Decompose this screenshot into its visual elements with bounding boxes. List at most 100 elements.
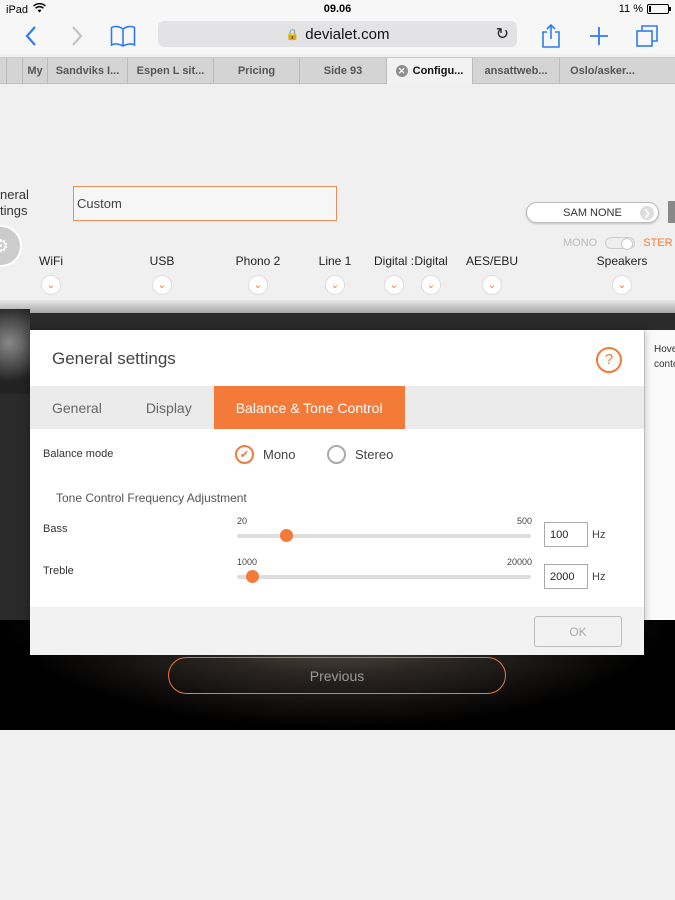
bass-min: 20 [237,516,248,526]
sam-button-label: SAM NONE [563,206,622,219]
mono-label: MONO [563,237,598,249]
help-side-panel: Hove conte [644,330,675,620]
chevron-down-icon[interactable]: ⌄ [421,275,441,295]
browser-tab[interactable]: Espen L sit... [128,58,214,84]
stereo-label: STER [643,237,673,249]
browser-tab[interactable]: ansattweb... [473,58,560,84]
browser-tab[interactable]: Oslo/asker... [560,58,645,84]
ok-button[interactable]: OK [534,616,622,647]
browser-tab-label: Oslo/asker... [570,65,635,77]
tabs-icon[interactable] [632,22,662,50]
sam-button[interactable]: SAM NONE ❯ [526,202,659,223]
treble-min: 1000 [237,557,258,567]
browser-tab[interactable]: Pricing [214,58,300,84]
browser-tab-edge [7,58,23,84]
dialog-footer: OK [30,607,644,655]
input-label-digital-2: Digital [414,254,448,268]
close-tab-icon[interactable]: ✕ [395,65,408,77]
help-side-text-1: Hove [654,344,675,355]
chevron-down-icon[interactable]: ⌄ [41,275,61,295]
browser-tab-label: My [27,65,43,77]
back-chevron-icon[interactable] [18,22,44,50]
help-icon[interactable]: ? [596,347,622,373]
dialog-tabs: General Display Balance & Tone Control [30,386,644,429]
browser-tab-strip: My Sandviks I... Espen L sit... Pricing … [0,57,675,84]
mono-stereo-switch[interactable]: MONO STER [563,237,673,250]
forward-chevron-icon[interactable] [64,22,90,50]
device-corner [0,309,30,394]
config-name-input[interactable]: Custom [73,186,337,221]
reload-icon[interactable]: ↻ [496,24,509,44]
browser-tab-label: Sandviks I... [55,65,120,77]
mono-stereo-toggle[interactable] [605,237,636,250]
help-side-text-2: conte [654,359,675,370]
share-icon[interactable] [538,22,564,50]
browser-tab[interactable]: Sandviks I... [48,58,128,84]
bass-frequency-input[interactable]: 100 [544,522,588,547]
book-icon[interactable] [108,22,138,50]
treble-unit: Hz [592,571,606,583]
section-label-line-2: tings [0,203,28,218]
input-label-line: Line 1 [318,254,352,268]
bass-max: 500 [517,516,533,526]
treble-slider-thumb[interactable] [246,570,260,583]
radio-mono-label: Mono [263,447,296,462]
general-settings-dialog: General settings ? General Display Balan… [30,330,644,655]
browser-tab-label: Configu... [412,65,464,77]
bass-slider[interactable] [237,529,531,542]
previous-button[interactable]: Previous [168,657,506,694]
browser-tab[interactable]: Side 93 [300,58,387,84]
battery-percent: 11 % [618,3,643,15]
side-panel-tab[interactable] [668,201,675,223]
dialog-header: General settings ? [30,330,644,386]
input-label-speakers: Speakers [596,254,648,268]
bass-slider-thumb[interactable] [280,529,293,542]
section-label-line-1: neral [0,187,29,202]
treble-label: Treble [43,565,74,577]
chevron-right-icon: ❯ [640,206,654,220]
address-bar[interactable]: 🔒 devialet.com ↻ [158,21,517,47]
chevron-down-icon[interactable]: ⌄ [482,275,502,295]
browser-toolbar: 🔒 devialet.com ↻ [0,18,675,54]
browser-tab-edge [0,58,7,84]
battery-icon [647,4,671,14]
tone-control-heading: Tone Control Frequency Adjustment [56,491,247,505]
chevron-down-icon[interactable]: ⌄ [248,275,268,295]
browser-tab-label: Espen L sit... [136,65,205,77]
chevron-down-icon[interactable]: ⌄ [612,275,632,295]
treble-max: 20000 [507,557,533,567]
bass-label: Bass [43,523,68,535]
plus-icon[interactable] [586,22,612,50]
input-label-phono: Phono 2 [235,254,281,268]
lock-icon: 🔒 [285,28,300,41]
input-label-digital-1: Digital : [373,254,415,268]
clock: 09.06 [323,3,352,15]
browser-tab-label: Pricing [237,65,276,77]
balance-mode-label: Balance mode [43,448,114,460]
battery-fill [649,6,651,12]
tab-balance-tone-control[interactable]: Balance & Tone Control [213,386,405,429]
browser-tab-label: Side 93 [323,65,363,77]
chevron-down-icon[interactable]: ⌄ [325,275,345,295]
section-label: neral tings [0,187,29,219]
chevron-down-icon[interactable]: ⌄ [152,275,172,295]
radio-stereo[interactable]: Stereo [327,445,393,464]
treble-slider[interactable] [237,570,531,583]
browser-tab-label: ansattweb... [484,65,548,77]
input-label-wifi: WiFi [39,254,63,268]
input-label-usb: USB [149,254,175,268]
url-text: devialet.com [305,25,390,43]
tab-display[interactable]: Display [124,386,214,429]
chevron-down-icon[interactable]: ⌄ [384,275,404,295]
treble-frequency-input[interactable]: 2000 [544,564,588,589]
radio-stereo-label: Stereo [355,447,394,462]
settings-sliders-icon[interactable]: ⚙ [0,225,22,267]
radio-mono[interactable]: ✔ Mono [235,445,296,464]
tab-general[interactable]: General [30,386,124,429]
dialog-title: General settings [52,349,176,368]
bass-unit: Hz [592,529,606,541]
browser-tab-active[interactable]: ✕ Configu... [387,58,473,84]
input-label-aes-ebu: AES/EBU [465,254,519,268]
check-icon: ✔ [235,445,254,464]
browser-tab[interactable]: My [23,58,48,84]
